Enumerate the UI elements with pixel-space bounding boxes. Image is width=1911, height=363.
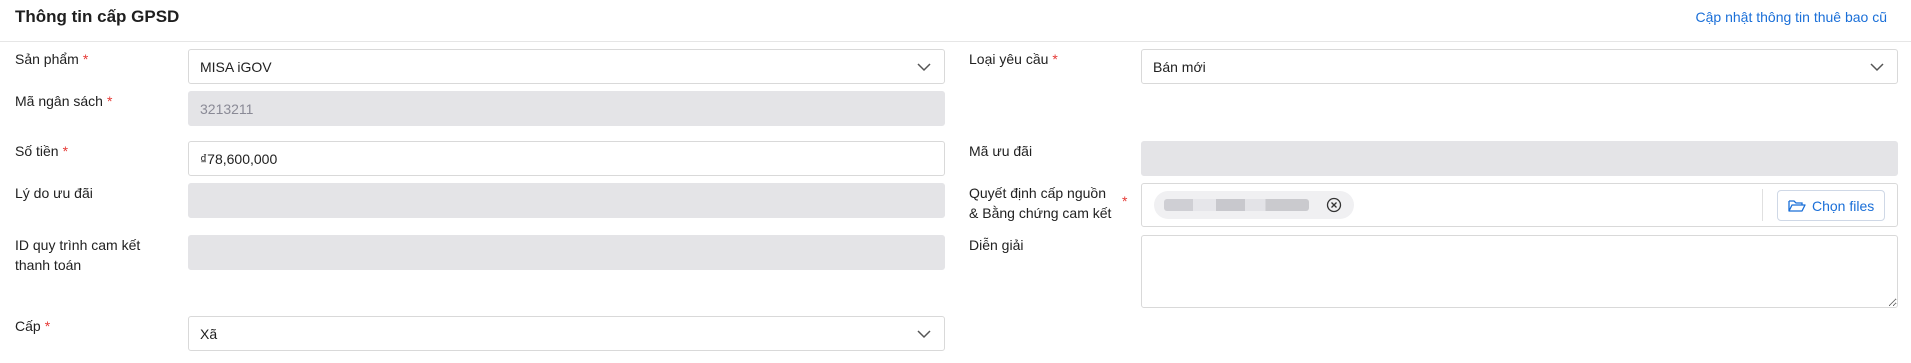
amount-label: Số tiền * bbox=[15, 143, 69, 159]
request-type-label: Loại yêu cầu * bbox=[969, 51, 1058, 67]
budget-code-value: 3213211 bbox=[200, 101, 254, 117]
attached-file-chip bbox=[1154, 191, 1354, 219]
description-textarea[interactable] bbox=[1141, 235, 1898, 308]
section-title: Thông tin cấp GPSD bbox=[15, 7, 180, 26]
close-circle-icon[interactable] bbox=[1326, 197, 1342, 213]
section-header: Thông tin cấp GPSD Cập nhật thông tin th… bbox=[0, 0, 1911, 42]
choose-files-label: Chọn files bbox=[1812, 198, 1875, 214]
budget-code-label: Mã ngân sách * bbox=[15, 93, 113, 109]
choose-files-button[interactable]: Chọn files bbox=[1777, 190, 1885, 221]
update-old-subscriber-link[interactable]: Cập nhật thông tin thuê bao cũ bbox=[1696, 9, 1887, 25]
folder-open-icon bbox=[1788, 200, 1806, 212]
funding-decision-label: Quyết định cấp nguồn & Bằng chứng cam kế… bbox=[969, 185, 1112, 221]
chevron-down-icon bbox=[917, 330, 931, 339]
product-select[interactable]: MISA iGOV bbox=[188, 49, 945, 84]
discount-reason-label: Lý do ưu đãi bbox=[15, 185, 93, 201]
product-label: Sản phẩm * bbox=[15, 51, 89, 67]
request-type-value: Bán mới bbox=[1153, 59, 1206, 75]
budget-code-field: 3213211 bbox=[188, 91, 945, 126]
chevron-down-icon bbox=[1870, 63, 1884, 72]
level-select[interactable]: Xã bbox=[188, 316, 945, 351]
payment-commit-id-label: ID quy trình cam kết thanh toán bbox=[15, 237, 141, 273]
request-type-select[interactable]: Bán mới bbox=[1141, 49, 1898, 84]
funding-decision-upload[interactable]: Chọn files bbox=[1141, 183, 1898, 227]
chevron-down-icon bbox=[917, 63, 931, 72]
discount-reason-field bbox=[188, 183, 945, 218]
payment-commit-id-field bbox=[188, 235, 945, 270]
level-label: Cấp * bbox=[15, 318, 51, 334]
amount-field[interactable]: ₫78,600,000 bbox=[188, 141, 945, 176]
level-value: Xã bbox=[200, 326, 218, 342]
upload-divider bbox=[1762, 189, 1763, 221]
funding-decision-required-mark: * bbox=[1122, 193, 1128, 209]
attached-file-name-redacted bbox=[1164, 199, 1309, 211]
product-value: MISA iGOV bbox=[200, 59, 272, 75]
description-label: Diễn giải bbox=[969, 237, 1024, 253]
amount-value: ₫78,600,000 bbox=[200, 151, 278, 167]
discount-code-label: Mã ưu đãi bbox=[969, 143, 1033, 159]
discount-code-field bbox=[1141, 141, 1898, 176]
